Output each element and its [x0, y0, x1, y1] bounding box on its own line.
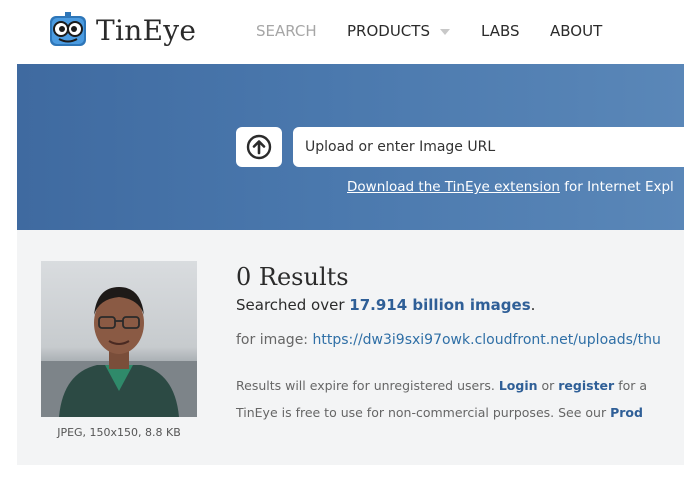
upload-button[interactable] [236, 127, 282, 167]
upload-arrow-icon [246, 134, 272, 160]
portrait-image [41, 261, 197, 417]
for-image-label: for image: [236, 332, 309, 348]
expire-notice-suffix: for a [618, 378, 648, 393]
brand-name: TinEye [96, 13, 197, 47]
or-text: or [541, 378, 555, 393]
extension-line: Download the TinEye extension for Intern… [347, 179, 674, 195]
searched-count: 17.914 billion images [349, 296, 531, 314]
searched-suffix: . [530, 296, 536, 314]
query-image-url-link[interactable]: https://dw3i9sxi97owk.cloudfront.net/upl… [312, 332, 660, 348]
usage-notice-text: TinEye is free to use for non-commercial… [236, 405, 607, 420]
query-image-thumbnail[interactable] [41, 261, 197, 417]
register-link[interactable]: register [558, 378, 614, 393]
for-image-line: for image: https://dw3i9sxi97owk.cloudfr… [236, 332, 661, 348]
tineye-robot-icon [50, 12, 86, 46]
logo[interactable]: TinEye [48, 10, 196, 50]
expire-notice: Results will expire for unregistered use… [236, 378, 647, 393]
image-url-input[interactable]: Upload or enter Image URL [293, 127, 684, 167]
extension-suffix: for Internet Expl [564, 179, 674, 195]
results-count: 0 Results [236, 263, 349, 291]
nav-search[interactable]: SEARCH [256, 22, 317, 40]
searched-summary: Searched over 17.914 billion images. [236, 296, 535, 314]
products-link[interactable]: Prod [610, 405, 643, 420]
results-panel: JPEG, 150x150, 8.8 KB 0 Results Searched… [17, 230, 684, 465]
download-extension-link[interactable]: Download the TinEye extension [347, 179, 560, 195]
nav-labs[interactable]: LABS [481, 22, 520, 40]
searched-prefix: Searched over [236, 296, 345, 314]
nav-products[interactable]: PRODUCTS [347, 22, 450, 40]
thumbnail-caption: JPEG, 150x150, 8.8 KB [57, 426, 181, 439]
expire-notice-text: Results will expire for unregistered use… [236, 378, 495, 393]
top-navigation: TinEye SEARCH PRODUCTS LABS ABOUT [0, 0, 684, 64]
usage-notice: TinEye is free to use for non-commercial… [236, 405, 643, 420]
nav-about[interactable]: ABOUT [550, 22, 602, 40]
nav-products-label: PRODUCTS [347, 22, 430, 40]
search-banner: Upload or enter Image URL Download the T… [17, 64, 684, 230]
login-link[interactable]: Login [499, 378, 538, 393]
chevron-down-icon [439, 28, 450, 35]
